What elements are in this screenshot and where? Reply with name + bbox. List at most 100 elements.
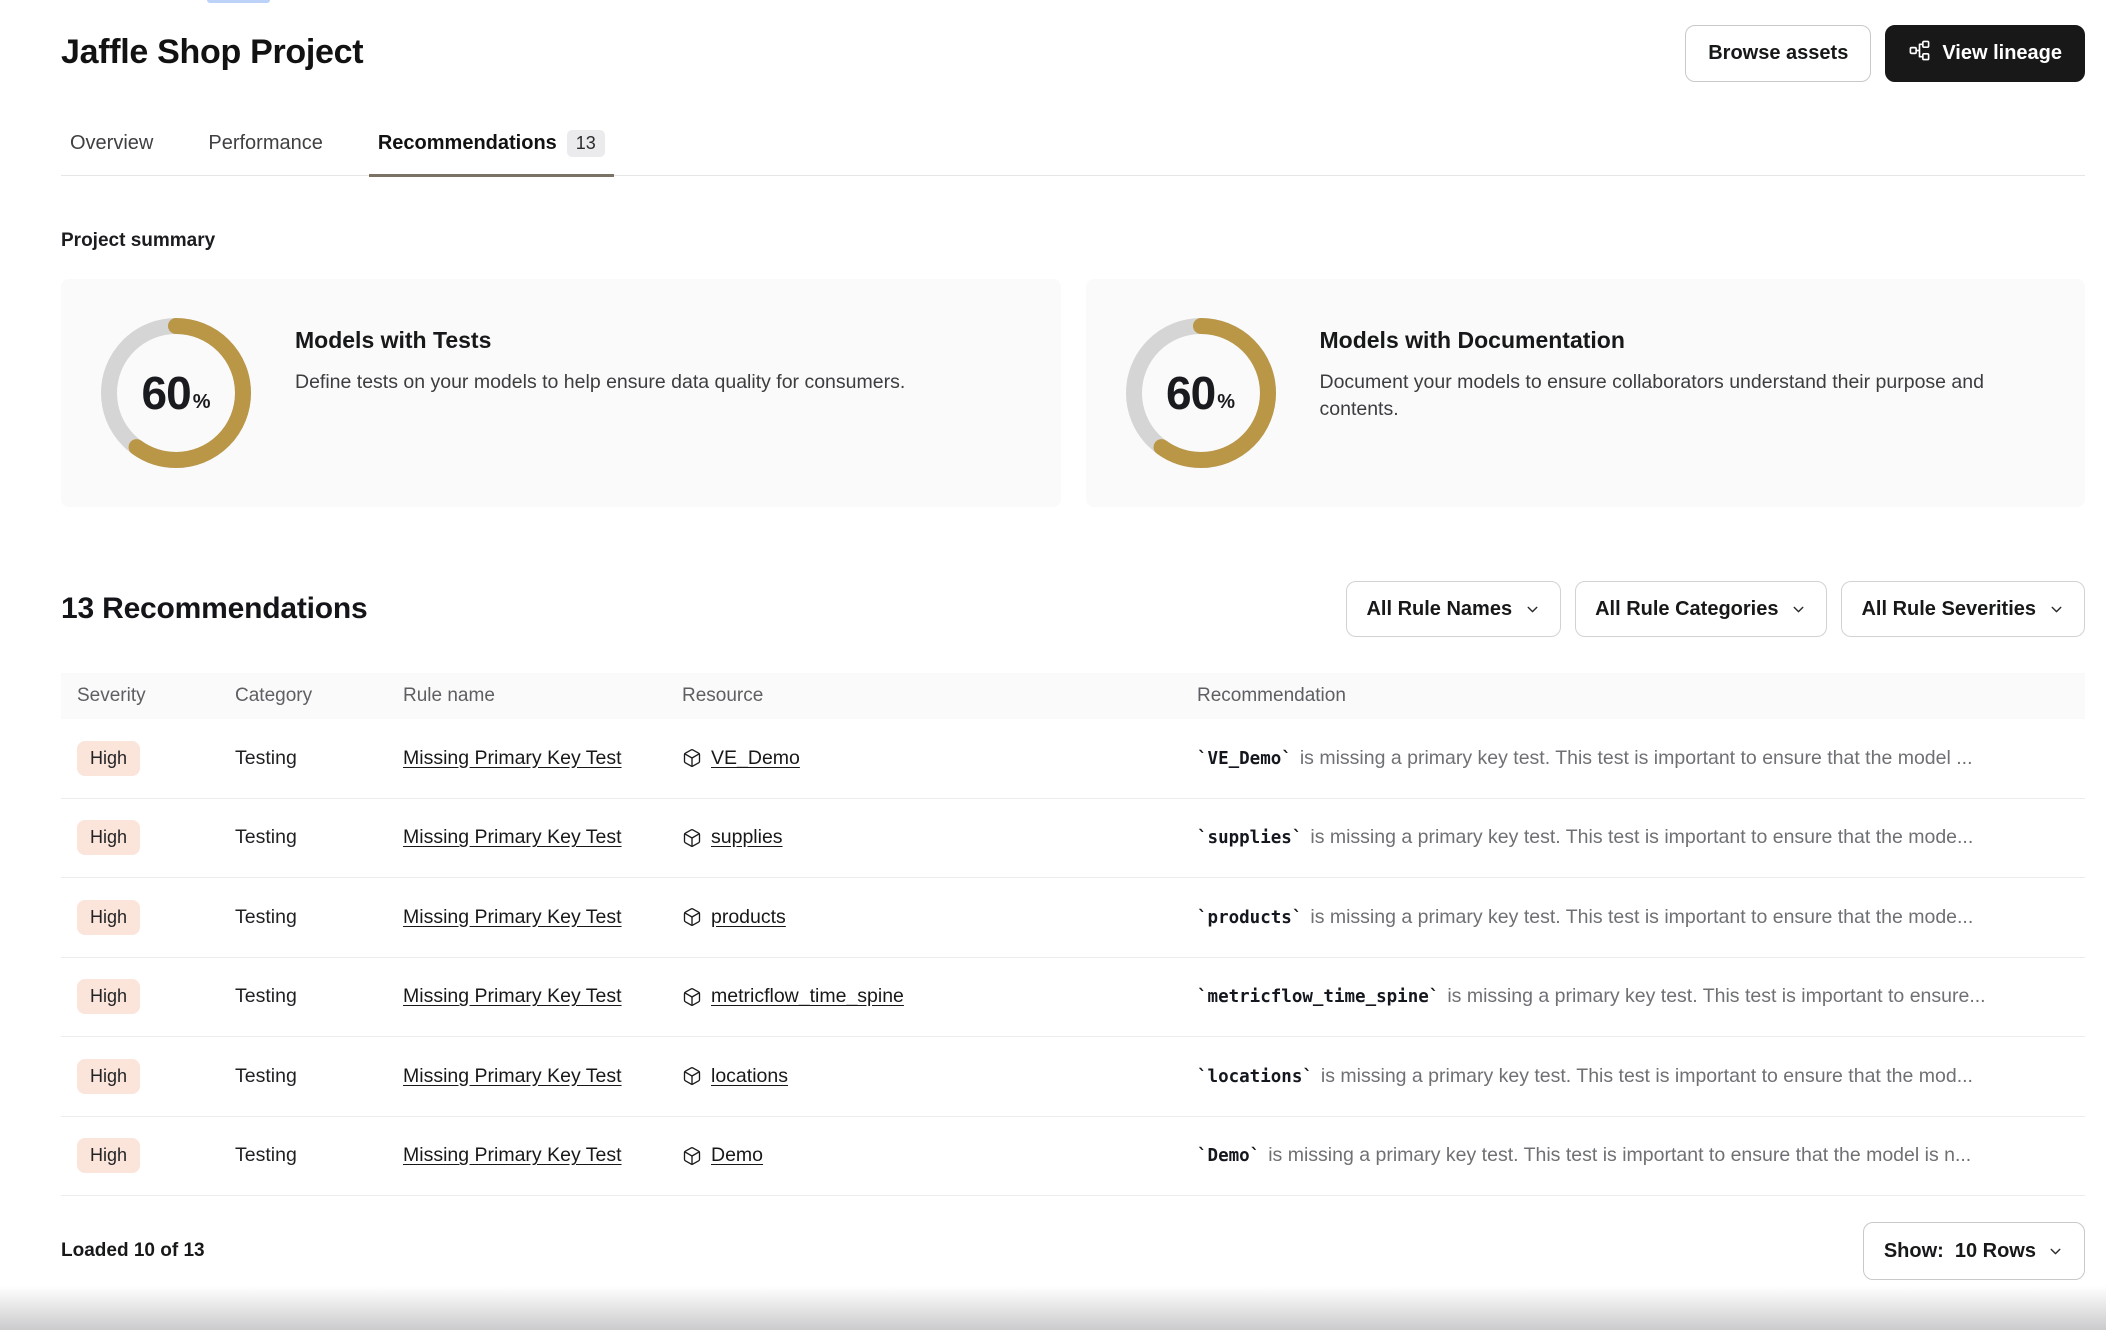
card-description-tests: Define tests on your models to help ensu… xyxy=(295,369,905,396)
percent-sign: % xyxy=(1217,391,1235,414)
resource-link[interactable]: metricflow_time_spine xyxy=(711,985,904,1008)
model-cube-icon xyxy=(682,987,702,1007)
bottom-fade-overlay xyxy=(0,1286,2106,1330)
recommendations-count-badge: 13 xyxy=(567,130,605,157)
column-header-resource: Resource xyxy=(682,685,1197,707)
resource-link[interactable]: locations xyxy=(711,1065,788,1088)
resource-code: `Demo` xyxy=(1197,1146,1260,1166)
filter-bar: All Rule Names All Rule Categories All R… xyxy=(1346,581,2085,637)
tab-recommendations[interactable]: Recommendations 13 xyxy=(369,124,614,177)
model-cube-icon xyxy=(682,907,702,927)
recommendation-cell: `Demo` is missing a primary key test. Th… xyxy=(1197,1144,2085,1167)
rule-name-link[interactable]: Missing Primary Key Test xyxy=(403,906,622,928)
documentation-donut-chart: 60 % xyxy=(1126,318,1276,468)
percent-sign: % xyxy=(193,391,211,414)
severity-badge: High xyxy=(77,900,140,935)
recommendation-cell: `supplies` is missing a primary key test… xyxy=(1197,826,2085,849)
category-cell: Testing xyxy=(235,906,403,929)
card-title-tests: Models with Tests xyxy=(295,327,905,354)
resource-code: `VE_Demo` xyxy=(1197,749,1292,769)
chevron-down-icon xyxy=(1524,601,1541,618)
severity-badge: High xyxy=(77,1138,140,1173)
table-row: High Testing Missing Primary Key Test su… xyxy=(61,799,2085,879)
resource-link[interactable]: products xyxy=(711,906,786,929)
rule-name-link[interactable]: Missing Primary Key Test xyxy=(403,826,622,848)
column-header-rule-name: Rule name xyxy=(403,685,682,707)
recommendation-cell: `products` is missing a primary key test… xyxy=(1197,906,2085,929)
project-summary-label: Project summary xyxy=(61,230,2085,252)
view-lineage-label: View lineage xyxy=(1942,42,2062,65)
recommendation-cell: `locations` is missing a primary key tes… xyxy=(1197,1065,2085,1088)
resource-code: `locations` xyxy=(1197,1067,1313,1087)
tab-overview[interactable]: Overview xyxy=(61,124,162,177)
resource-link[interactable]: supplies xyxy=(711,826,783,849)
page-title: Jaffle Shop Project xyxy=(61,25,363,72)
column-header-severity: Severity xyxy=(77,685,235,707)
recommendation-text: is missing a primary key test. This test… xyxy=(1321,1065,1973,1088)
resource-code: `supplies` xyxy=(1197,828,1302,848)
rule-severities-filter[interactable]: All Rule Severities xyxy=(1841,581,2085,637)
resource-code: `metricflow_time_spine` xyxy=(1197,987,1439,1007)
header-actions: Browse assets View lineage xyxy=(1685,25,2085,82)
recommendation-text: is missing a primary key test. This test… xyxy=(1268,1144,1971,1167)
chevron-down-icon xyxy=(2048,601,2065,618)
severity-badge: High xyxy=(77,979,140,1014)
card-title-documentation: Models with Documentation xyxy=(1320,327,2052,354)
resource-link[interactable]: VE_Demo xyxy=(711,747,800,770)
chevron-down-icon xyxy=(2047,1243,2064,1260)
view-lineage-button[interactable]: View lineage xyxy=(1885,25,2085,82)
rule-name-link[interactable]: Missing Primary Key Test xyxy=(403,1065,622,1087)
rule-names-filter[interactable]: All Rule Names xyxy=(1346,581,1561,637)
category-cell: Testing xyxy=(235,1065,403,1088)
table-row: High Testing Missing Primary Key Test lo… xyxy=(61,1037,2085,1117)
table-row: High Testing Missing Primary Key Test VE… xyxy=(61,719,2085,799)
tests-percent-value: 60 xyxy=(142,366,191,420)
page-header: Jaffle Shop Project Browse assets View l… xyxy=(61,0,2085,82)
summary-cards: 60 % Models with Tests Define tests on y… xyxy=(61,279,2085,507)
card-description-documentation: Document your models to ensure collabora… xyxy=(1320,369,2052,423)
tab-bar: Overview Performance Recommendations 13 xyxy=(61,124,2085,176)
recommendation-cell: `VE_Demo` is missing a primary key test.… xyxy=(1197,747,2085,770)
recommendations-header: 13 Recommendations All Rule Names All Ru… xyxy=(61,581,2085,637)
column-header-category: Category xyxy=(235,685,403,707)
tab-performance[interactable]: Performance xyxy=(199,124,332,177)
severity-badge: High xyxy=(77,820,140,855)
model-cube-icon xyxy=(682,1066,702,1086)
category-cell: Testing xyxy=(235,826,403,849)
rule-categories-filter[interactable]: All Rule Categories xyxy=(1575,581,1827,637)
documentation-percent-value: 60 xyxy=(1166,366,1215,420)
rule-name-link[interactable]: Missing Primary Key Test xyxy=(403,747,622,769)
severity-badge: High xyxy=(77,741,140,776)
models-with-tests-card: 60 % Models with Tests Define tests on y… xyxy=(61,279,1061,507)
category-cell: Testing xyxy=(235,1144,403,1167)
show-label: Show: xyxy=(1884,1240,1944,1263)
browse-assets-button[interactable]: Browse assets xyxy=(1685,25,1871,82)
model-cube-icon xyxy=(682,828,702,848)
recommendations-heading: 13 Recommendations xyxy=(61,592,368,626)
tests-donut-chart: 60 % xyxy=(101,318,251,468)
resource-code: `products` xyxy=(1197,908,1302,928)
recommendation-text: is missing a primary key test. This test… xyxy=(1300,747,1973,770)
model-cube-icon xyxy=(682,748,702,768)
recommendation-text: is missing a primary key test. This test… xyxy=(1310,826,1973,849)
rule-name-link[interactable]: Missing Primary Key Test xyxy=(403,1144,622,1166)
category-cell: Testing xyxy=(235,747,403,770)
rows-per-page-select[interactable]: Show: 10 Rows xyxy=(1863,1222,2085,1280)
table-row: High Testing Missing Primary Key Test me… xyxy=(61,958,2085,1038)
table-footer: Loaded 10 of 13 Show: 10 Rows xyxy=(61,1222,2085,1280)
resource-link[interactable]: Demo xyxy=(711,1144,763,1167)
chevron-down-icon xyxy=(1790,601,1807,618)
table-header-row: Severity Category Rule name Resource Rec… xyxy=(61,673,2085,719)
recommendation-text: is missing a primary key test. This test… xyxy=(1310,906,1973,929)
model-cube-icon xyxy=(682,1146,702,1166)
severity-badge: High xyxy=(77,1059,140,1094)
show-value: 10 Rows xyxy=(1955,1240,2036,1263)
rule-name-link[interactable]: Missing Primary Key Test xyxy=(403,985,622,1007)
lineage-icon xyxy=(1908,39,1931,68)
models-with-documentation-card: 60 % Models with Documentation Document … xyxy=(1086,279,2086,507)
recommendation-text: is missing a primary key test. This test… xyxy=(1447,985,1985,1008)
loaded-status: Loaded 10 of 13 xyxy=(61,1240,205,1262)
column-header-recommendation: Recommendation xyxy=(1197,685,2085,707)
clipped-top-element xyxy=(207,0,270,3)
recommendations-table: Severity Category Rule name Resource Rec… xyxy=(61,673,2085,1196)
